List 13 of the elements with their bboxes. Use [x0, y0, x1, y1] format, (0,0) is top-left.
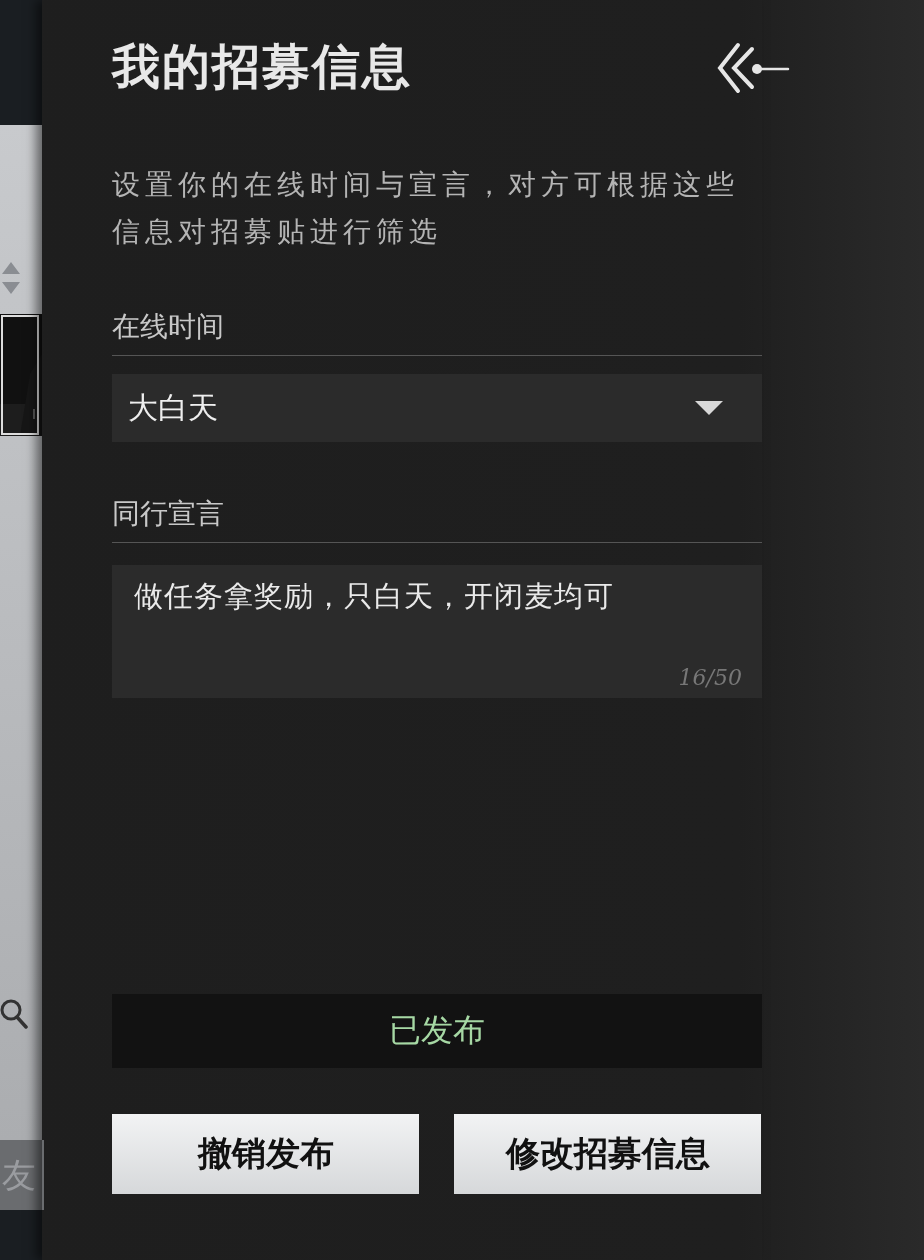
declaration-field[interactable]: 做任务拿奖励，只白天，开闭麦均可 16/50	[112, 565, 762, 698]
caret-icon	[694, 400, 724, 416]
character-count: 16/50	[678, 665, 742, 690]
action-button[interactable]: 修改招募信息	[454, 1114, 761, 1194]
online-time-dropdown[interactable]: 大白天	[112, 374, 762, 442]
search-icon[interactable]	[0, 998, 30, 1030]
action-button[interactable]: 撤销发布	[112, 1114, 419, 1194]
section-label: 同行宣言	[112, 496, 225, 532]
page-title: 我的招募信息	[112, 37, 412, 96]
status-text: 已发布	[389, 1010, 485, 1051]
section-label: 在线时间	[112, 309, 225, 345]
description-text: 设置你的在线时间与宣言，对方可根据这些信息对招募贴进行筛选	[112, 167, 740, 250]
field-value: 做任务拿奖励，只白天，开闭麦均可	[134, 578, 615, 615]
